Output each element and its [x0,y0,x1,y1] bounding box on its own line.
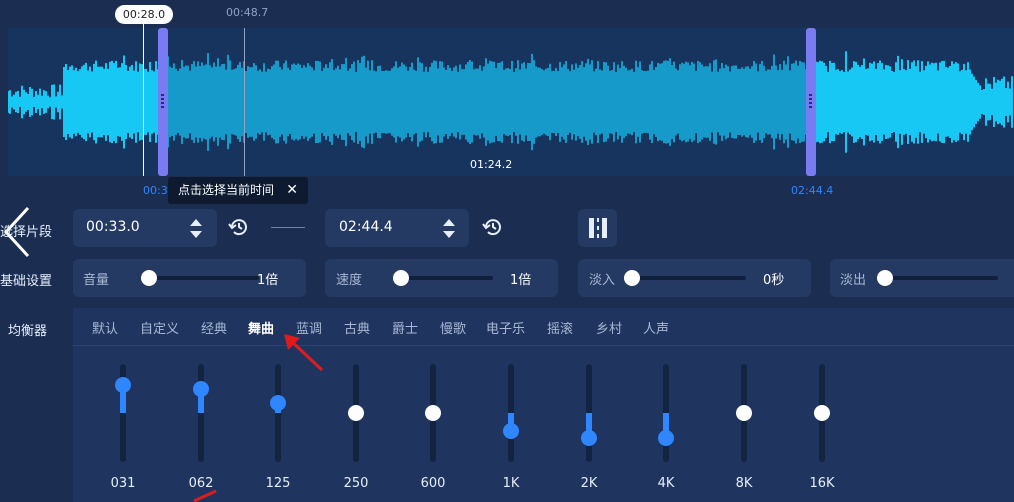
eq-band-label: 8K [735,476,753,491]
eq-band-knob[interactable] [348,405,364,421]
segment-label: 选择片段 [0,225,53,240]
history-icon[interactable] [482,216,504,238]
eq-preset-tab[interactable]: 乡村 [596,318,622,337]
fade-out-label: 淡出 [840,273,867,288]
eq-preset-tab[interactable]: 经典 [201,318,227,337]
eq-band-label: 600 [420,476,446,491]
end-handle[interactable] [806,28,816,176]
increment-icon[interactable] [443,219,455,226]
decrement-icon[interactable] [443,231,455,238]
eq-band-knob[interactable] [425,405,441,421]
eq-preset-tab[interactable]: 默认 [92,318,118,337]
fade-in-slider-knob[interactable] [624,270,640,286]
end-marker-time: 02:44.4 [791,184,834,197]
increment-icon[interactable] [190,219,202,226]
annotation-arrow [193,489,217,502]
grip-icon [161,94,164,108]
fade-out-slider-knob[interactable] [877,270,893,286]
split-button[interactable] [578,209,617,247]
speed-label: 速度 [336,273,363,288]
fade-in-slider[interactable] [630,276,746,280]
basic-settings-label: 基础设置 [0,274,53,289]
equalizer-tab-divider [73,345,1014,346]
tooltip: 点击选择当前时间 ✕ [168,177,308,204]
volume-slider[interactable] [141,276,259,280]
tooltip-text: 点击选择当前时间 [178,183,275,197]
eq-preset-tab[interactable]: 慢歌 [440,318,466,337]
eq-preset-tab[interactable]: 摇滚 [547,318,573,337]
eq-band-knob[interactable] [503,422,519,439]
volume-label: 音量 [83,273,110,288]
history-icon[interactable] [228,216,250,238]
eq-band-track[interactable] [198,364,204,462]
start-handle[interactable] [158,28,168,176]
eq-preset-tab[interactable]: 舞曲 [248,318,274,337]
eq-band-label: 031 [110,476,136,491]
eq-band-knob[interactable] [814,405,830,421]
eq-band-knob[interactable] [736,405,752,421]
eq-band-knob[interactable] [115,376,131,393]
eq-band-track[interactable] [275,364,281,462]
equalizer-panel [73,308,1014,502]
start-time-value: 00:33.0 [86,219,140,235]
eq-band-knob[interactable] [193,380,209,397]
annotation-arrow [284,334,324,372]
eq-band-label: 125 [265,476,291,491]
close-icon[interactable]: ✕ [286,177,298,204]
range-divider [271,227,305,228]
eq-preset-tab[interactable]: 古典 [344,318,370,337]
hover-time: 00:48.7 [226,6,269,19]
volume-control: 音量 1倍 [73,259,306,297]
playhead-time-bubble[interactable]: 00:28.0 [115,5,173,24]
fade-in-label: 淡入 [589,273,616,288]
start-time-input[interactable]: 00:33.0 [73,209,217,247]
eq-band-label: 250 [343,476,369,491]
fade-in-control: 淡入 0秒 [578,259,811,297]
grip-icon [809,94,812,108]
split-segment-icon [589,218,607,238]
eq-band-label: 2K [580,476,598,491]
fade-in-value: 0秒 [763,273,785,288]
decrement-icon[interactable] [190,231,202,238]
fade-out-slider[interactable] [888,276,998,280]
fade-out-control: 淡出 [830,259,1014,297]
eq-preset-tab[interactable]: 爵士 [392,318,418,337]
segment-duration: 01:24.2 [470,158,513,171]
speed-control: 速度 1倍 [325,259,558,297]
eq-preset-tab[interactable]: 人声 [643,318,669,337]
speed-slider-knob[interactable] [393,270,409,286]
playhead-line [143,24,144,176]
eq-band-label: 16K [809,476,835,491]
hover-line [244,28,245,176]
eq-preset-tab[interactable]: 自定义 [140,318,179,337]
end-time-value: 02:44.4 [339,219,393,235]
speed-value: 1倍 [510,273,532,288]
equalizer-label: 均衡器 [8,324,48,339]
eq-band-label: 4K [657,476,675,491]
volume-slider-knob[interactable] [141,270,157,286]
eq-preset-tab[interactable]: 电子乐 [486,318,525,337]
end-time-input[interactable]: 02:44.4 [325,209,469,247]
volume-value: 1倍 [257,273,279,288]
eq-band-label: 1K [502,476,520,491]
